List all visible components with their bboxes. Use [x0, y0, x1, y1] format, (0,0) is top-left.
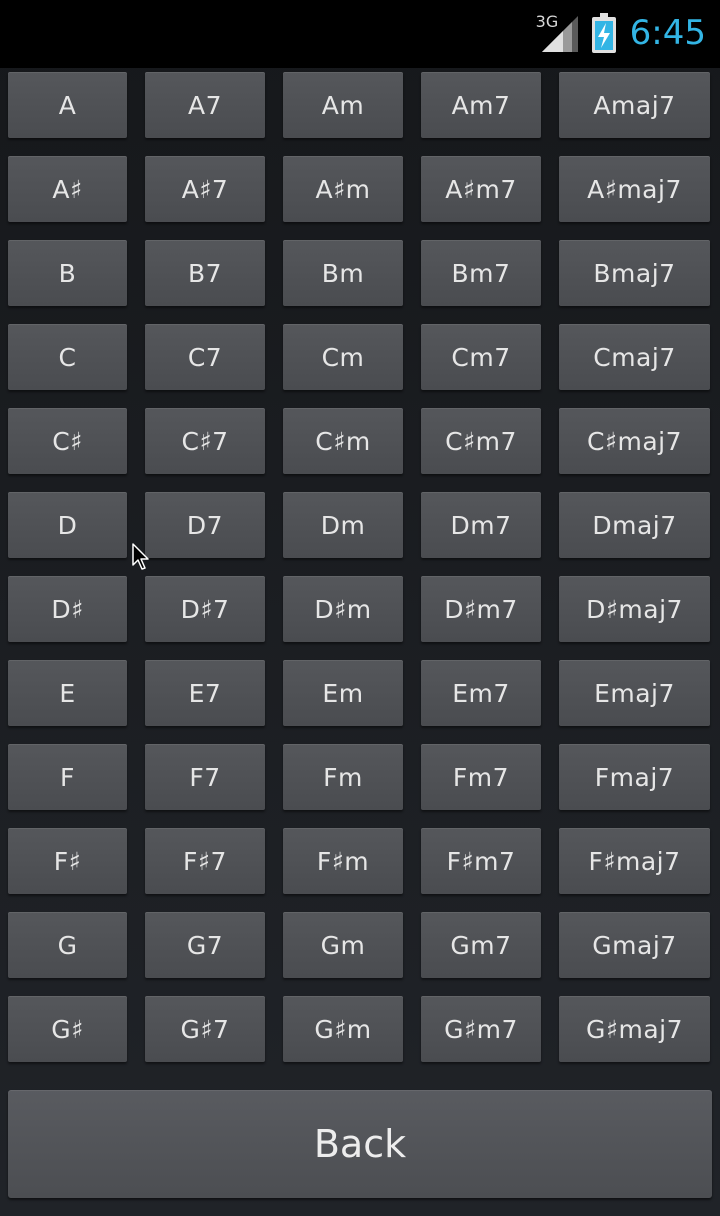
chord-button[interactable]: D♯7 [145, 576, 265, 642]
battery-charging-icon [591, 13, 616, 53]
chord-button[interactable]: A♯m7 [421, 156, 541, 222]
chord-button[interactable]: A♯7 [145, 156, 265, 222]
chord-button[interactable]: C♯ [8, 408, 127, 474]
chord-button[interactable]: C♯m [283, 408, 403, 474]
chord-button[interactable]: Fm7 [421, 744, 541, 810]
chord-button[interactable]: D [8, 492, 127, 558]
chord-button[interactable]: C7 [145, 324, 265, 390]
chord-button[interactable]: C♯7 [145, 408, 265, 474]
chord-button[interactable]: F♯7 [145, 828, 265, 894]
chord-button[interactable]: C♯maj7 [559, 408, 710, 474]
chord-button[interactable]: Cm7 [421, 324, 541, 390]
chord-button[interactable]: Cmaj7 [559, 324, 710, 390]
chord-button[interactable]: Em [283, 660, 403, 726]
chord-button[interactable]: A♯maj7 [559, 156, 710, 222]
chord-button[interactable]: Bm7 [421, 240, 541, 306]
chord-selector-screen: 3G 6:45 A A7 Am Am7 Amaj7 A♯ A♯7 A♯m A♯m7 A♯maj7 B… [0, 0, 720, 1216]
chord-button[interactable]: D♯maj7 [559, 576, 710, 642]
chord-button[interactable]: G♯ [8, 996, 127, 1062]
chord-button[interactable]: G♯m [283, 996, 403, 1062]
chord-button[interactable]: Fmaj7 [559, 744, 710, 810]
chord-button[interactable]: D♯m [283, 576, 403, 642]
chord-button[interactable]: Gmaj7 [559, 912, 710, 978]
chord-button[interactable]: Dm [283, 492, 403, 558]
chord-button[interactable]: G [8, 912, 127, 978]
chord-button[interactable]: Em7 [421, 660, 541, 726]
chord-button[interactable]: F♯m7 [421, 828, 541, 894]
chord-button[interactable]: G7 [145, 912, 265, 978]
chord-button[interactable]: F♯ [8, 828, 127, 894]
chord-button[interactable]: Gm [283, 912, 403, 978]
chord-button[interactable]: Emaj7 [559, 660, 710, 726]
chord-button[interactable]: A7 [145, 72, 265, 138]
chord-button[interactable]: Am7 [421, 72, 541, 138]
chord-button[interactable]: E7 [145, 660, 265, 726]
chord-grid: A A7 Am Am7 Amaj7 A♯ A♯7 A♯m A♯m7 A♯maj7 B B7 Bm Bm7 B… [8, 72, 712, 1062]
signal-icon: 3G [536, 12, 578, 54]
chord-button[interactable]: F7 [145, 744, 265, 810]
chord-button[interactable]: C♯m7 [421, 408, 541, 474]
chord-button[interactable]: A♯m [283, 156, 403, 222]
mouse-pointer-icon [132, 543, 149, 570]
chord-button[interactable]: A♯ [8, 156, 127, 222]
chord-button[interactable]: F♯maj7 [559, 828, 710, 894]
chord-button[interactable]: Dm7 [421, 492, 541, 558]
chord-button[interactable]: Bmaj7 [559, 240, 710, 306]
chord-button[interactable]: Am [283, 72, 403, 138]
chord-button[interactable]: A [8, 72, 127, 138]
chord-button[interactable]: Amaj7 [559, 72, 710, 138]
status-clock: 6:45 [629, 13, 706, 53]
status-bar: 3G 6:45 [0, 0, 720, 68]
chord-button[interactable]: G♯maj7 [559, 996, 710, 1062]
chord-button[interactable]: F [8, 744, 127, 810]
chord-button[interactable]: Cm [283, 324, 403, 390]
chord-button[interactable]: Bm [283, 240, 403, 306]
chord-button[interactable]: Fm [283, 744, 403, 810]
chord-button[interactable]: E [8, 660, 127, 726]
chord-button[interactable]: Gm7 [421, 912, 541, 978]
chord-button[interactable]: B [8, 240, 127, 306]
chord-button[interactable]: Dmaj7 [559, 492, 710, 558]
chord-button[interactable]: D♯m7 [421, 576, 541, 642]
chord-button[interactable]: G♯m7 [421, 996, 541, 1062]
status-icons: 3G 6:45 [536, 12, 706, 54]
chord-button[interactable]: C [8, 324, 127, 390]
chord-button[interactable]: D♯ [8, 576, 127, 642]
chord-button[interactable]: G♯7 [145, 996, 265, 1062]
back-button[interactable]: Back [8, 1090, 712, 1198]
chord-button[interactable]: D7 [145, 492, 265, 558]
chord-button[interactable]: F♯m [283, 828, 403, 894]
chord-button[interactable]: B7 [145, 240, 265, 306]
